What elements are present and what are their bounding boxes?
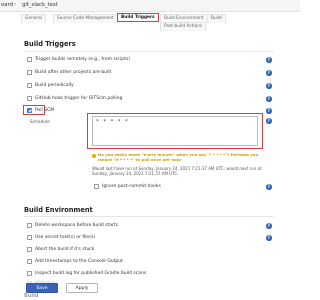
option-label: Poll SCM: [35, 107, 55, 113]
checkbox[interactable]: [27, 259, 32, 264]
divider: [24, 51, 274, 52]
help-icon[interactable]: ?: [266, 83, 272, 89]
schedule-info: Would last have run at Sunday, January 2…: [92, 166, 262, 176]
option-label: Ignore post-commit hooks: [102, 183, 161, 189]
option-label: Delete workspace before build starts: [35, 222, 118, 228]
checkbox[interactable]: [27, 83, 32, 88]
checkbox[interactable]: [27, 247, 32, 252]
schedule-label: Schedule: [30, 120, 50, 125]
help-icon[interactable]: ?: [266, 70, 272, 76]
chevron-right-icon: ›: [14, 1, 17, 8]
tab-source-code-management[interactable]: Source Code Management: [53, 14, 118, 23]
option-label: Build after other projects are built: [35, 69, 112, 75]
checkbox[interactable]: [27, 70, 32, 75]
option-label: Use secret text(s) or file(s): [35, 234, 96, 240]
checkbox[interactable]: [27, 223, 32, 228]
checkbox[interactable]: [27, 96, 32, 101]
option-label: Build periodically: [35, 82, 74, 88]
divider: [24, 216, 274, 217]
tab-build-triggers[interactable]: Build Triggers: [117, 13, 159, 22]
option-label: Inspect build log for published Gradle b…: [35, 270, 147, 276]
checkbox[interactable]: [27, 235, 32, 240]
tab-post-build-actions[interactable]: Post-build Actions: [160, 22, 207, 31]
option-label: Abort the build if it's stuck: [35, 246, 95, 252]
build-environment-heading: Build Environment: [24, 206, 93, 214]
help-icon[interactable]: ?: [266, 96, 272, 102]
checkbox[interactable]: [94, 184, 99, 189]
option-label: Trigger builds remotely (e.g., from scri…: [35, 56, 130, 62]
checkbox[interactable]: [27, 57, 32, 62]
warning-icon: [92, 154, 96, 158]
tab-build[interactable]: Build: [207, 14, 226, 23]
help-icon[interactable]: ?: [266, 223, 272, 229]
build-triggers-heading: Build Triggers: [24, 40, 76, 48]
option-label: GitHub hook trigger for GITScm polling: [35, 95, 123, 101]
breadcrumb-job[interactable]: git_slack_test: [22, 2, 58, 8]
top-bar: oard › git_slack_test: [0, 0, 300, 12]
schedule-warning: Do you really mean "every minute" when y…: [98, 152, 259, 162]
help-icon[interactable]: ?: [266, 57, 272, 63]
schedule-textarea[interactable]: * * * * *: [92, 116, 258, 146]
checkbox-checked[interactable]: [27, 108, 32, 113]
apply-button[interactable]: Apply: [66, 283, 98, 293]
tab-general[interactable]: General: [21, 14, 46, 23]
help-icon[interactable]: ?: [266, 108, 272, 114]
config-tabs: General Source Code Management Build Tri…: [18, 12, 300, 31]
help-icon[interactable]: ?: [266, 184, 272, 190]
save-button[interactable]: Save: [26, 283, 58, 293]
checkbox[interactable]: [27, 271, 32, 276]
help-icon[interactable]: ?: [266, 118, 272, 124]
breadcrumb-dashboard[interactable]: oard: [1, 2, 13, 8]
help-icon[interactable]: ?: [266, 235, 272, 241]
option-label: Add timestamps to the Console Output: [35, 258, 123, 264]
